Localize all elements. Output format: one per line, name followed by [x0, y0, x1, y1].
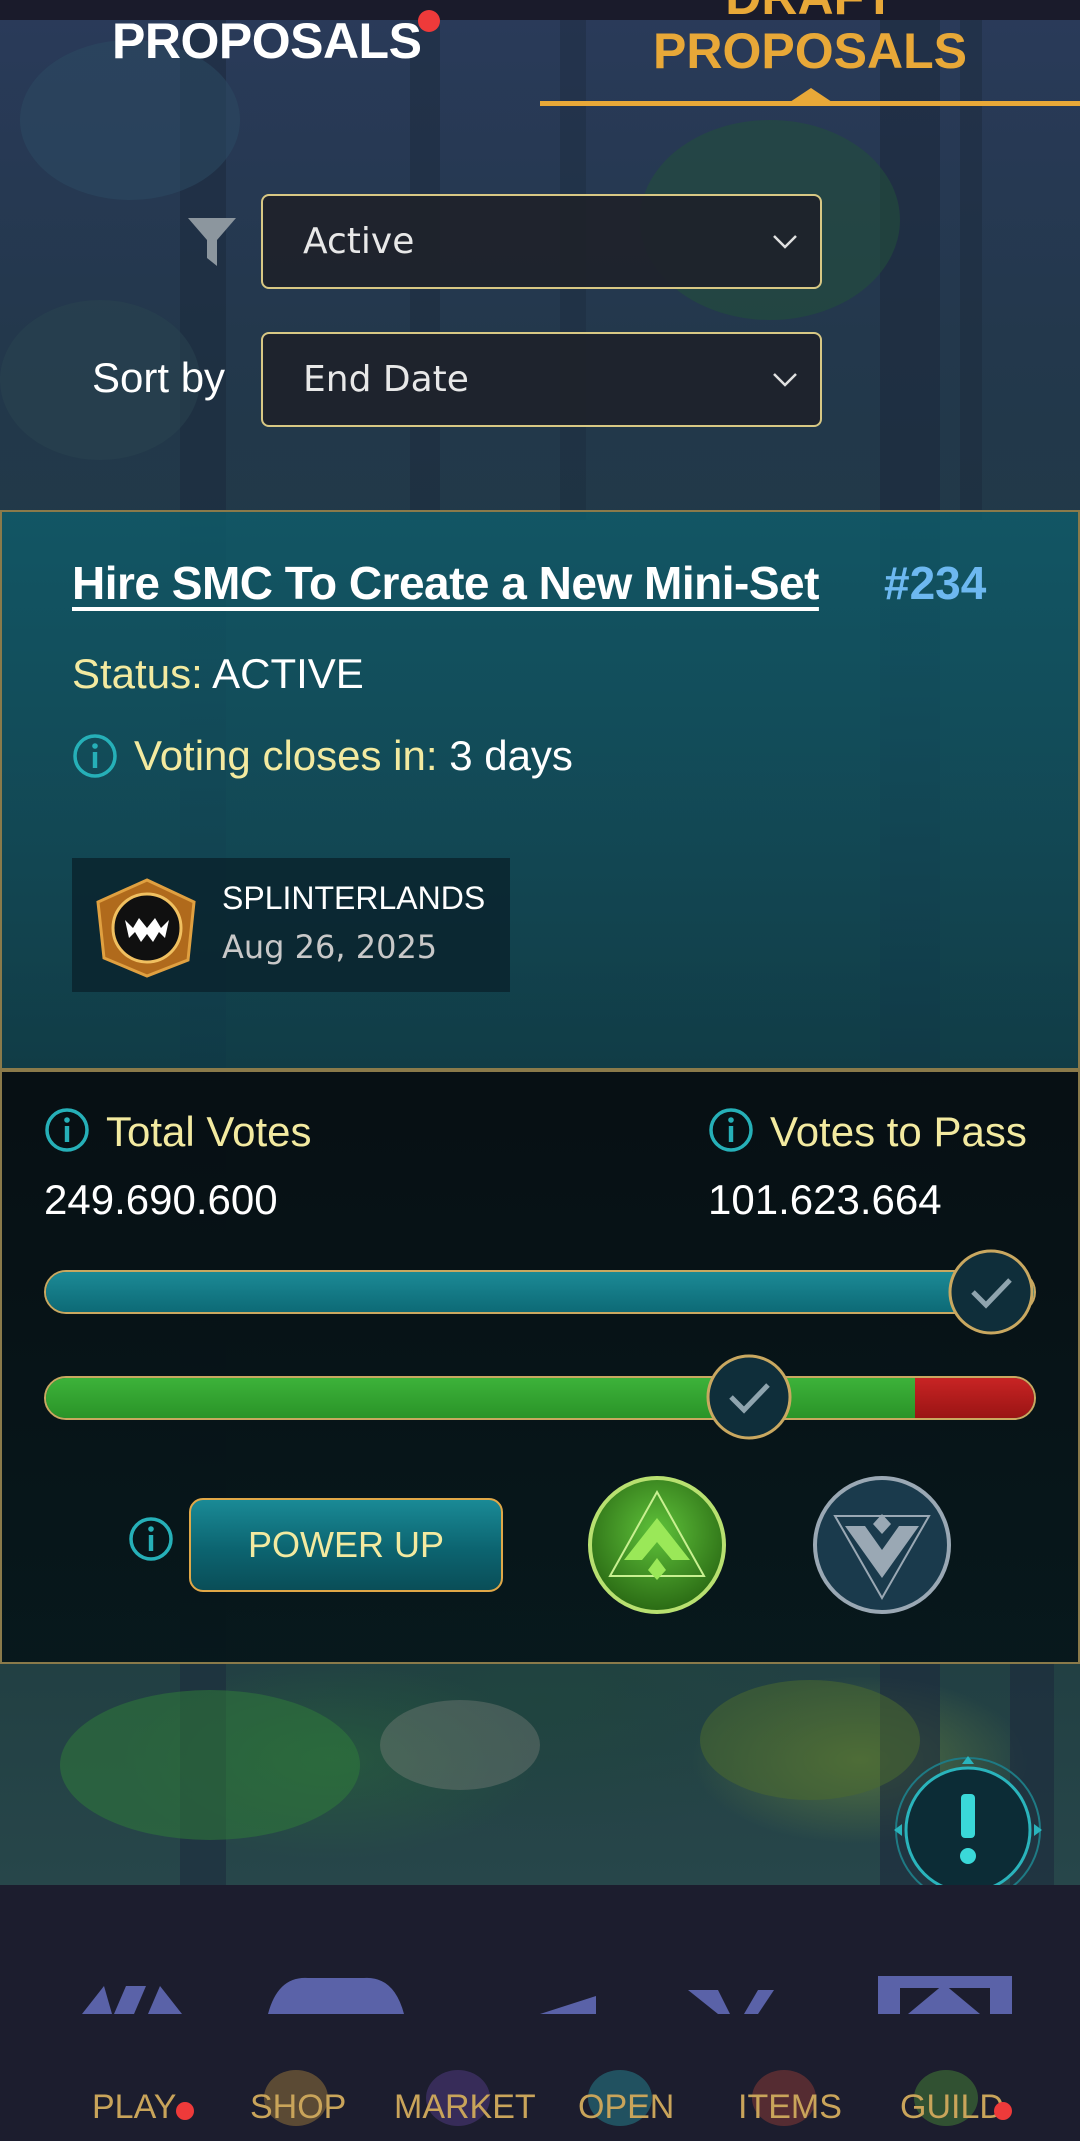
total-votes-progress-bar [44, 1270, 1036, 1314]
power-up-button[interactable]: POWER UP [189, 1498, 503, 1592]
total-votes-value: 249.690.600 [44, 1176, 278, 1223]
sort-by-label: Sort by [92, 354, 226, 401]
info-icon[interactable] [708, 1107, 754, 1153]
nav-guild[interactable]: GUILD [900, 2088, 1004, 2127]
info-icon[interactable] [44, 1107, 90, 1153]
proposal-date: Aug 26, 2025 [222, 928, 438, 966]
chevron-down-icon [773, 373, 797, 387]
info-icon[interactable] [128, 1516, 174, 1562]
tab-draft-proposals[interactable]: DRAFT PROPOSALS [540, 0, 1080, 78]
pass-threshold-check-icon [706, 1354, 792, 1440]
status-label: Status: [72, 650, 203, 697]
sort-select-value: End Date [303, 359, 469, 400]
vote-reject-button[interactable] [811, 1474, 953, 1616]
nav-market[interactable]: MARKET [394, 2088, 536, 2127]
notification-dot [418, 10, 440, 32]
proposal-title-link[interactable]: Hire SMC To Create a New Mini-Set [72, 556, 819, 610]
info-icon[interactable] [72, 733, 118, 779]
approval-ratio-bar [44, 1376, 1036, 1420]
total-votes-progress-fill [46, 1272, 1034, 1312]
proposal-number: #234 [884, 557, 987, 609]
voting-closes-line: Voting closes in: 3 days [134, 732, 573, 780]
play-notification-dot [176, 2102, 194, 2120]
play-nav-icon [82, 1986, 182, 2014]
open-nav-icon [540, 1996, 596, 2014]
status-filter-value: Active [303, 221, 415, 262]
status-line: Status: ACTIVE [72, 650, 364, 698]
items-nav-icon [688, 1990, 774, 2014]
tab-proposals[interactable]: PROPOSALS [112, 12, 422, 70]
guild-nav-icon [878, 1976, 1012, 2014]
guild-notification-dot [994, 2102, 1012, 2120]
filter-icon [188, 218, 236, 266]
chevron-down-icon [773, 235, 797, 249]
tab-draft-line1: DRAFT [540, 0, 1080, 24]
votes-to-pass-value: 101.623.664 [708, 1176, 942, 1223]
nav-open[interactable]: OPEN [578, 2088, 674, 2127]
voting-closes-value: 3 days [449, 732, 573, 779]
status-filter-select[interactable]: Active [261, 194, 822, 289]
nav-play[interactable]: PLAY [92, 2088, 176, 2127]
votes-to-pass-label: Votes to Pass [770, 1108, 1027, 1155]
vote-approve-button[interactable] [586, 1474, 728, 1616]
voting-closes-label: Voting closes in: [134, 732, 438, 779]
tab-draft-line2: PROPOSALS [653, 23, 967, 79]
status-value: ACTIVE [212, 650, 364, 697]
author-name: SPLINTERLANDS [222, 880, 486, 916]
shop-nav-icon [268, 1977, 404, 2014]
quorum-check-icon [948, 1249, 1034, 1335]
total-votes-label: Total Votes [106, 1108, 312, 1155]
help-alert-button[interactable] [892, 1754, 1044, 1906]
reject-votes-fill [915, 1378, 1034, 1418]
sort-select[interactable]: End Date [261, 332, 822, 427]
nav-shop[interactable]: SHOP [250, 2088, 346, 2127]
nav-items[interactable]: ITEMS [738, 2088, 842, 2127]
author-avatar [96, 878, 196, 978]
active-tab-caret [787, 88, 835, 104]
